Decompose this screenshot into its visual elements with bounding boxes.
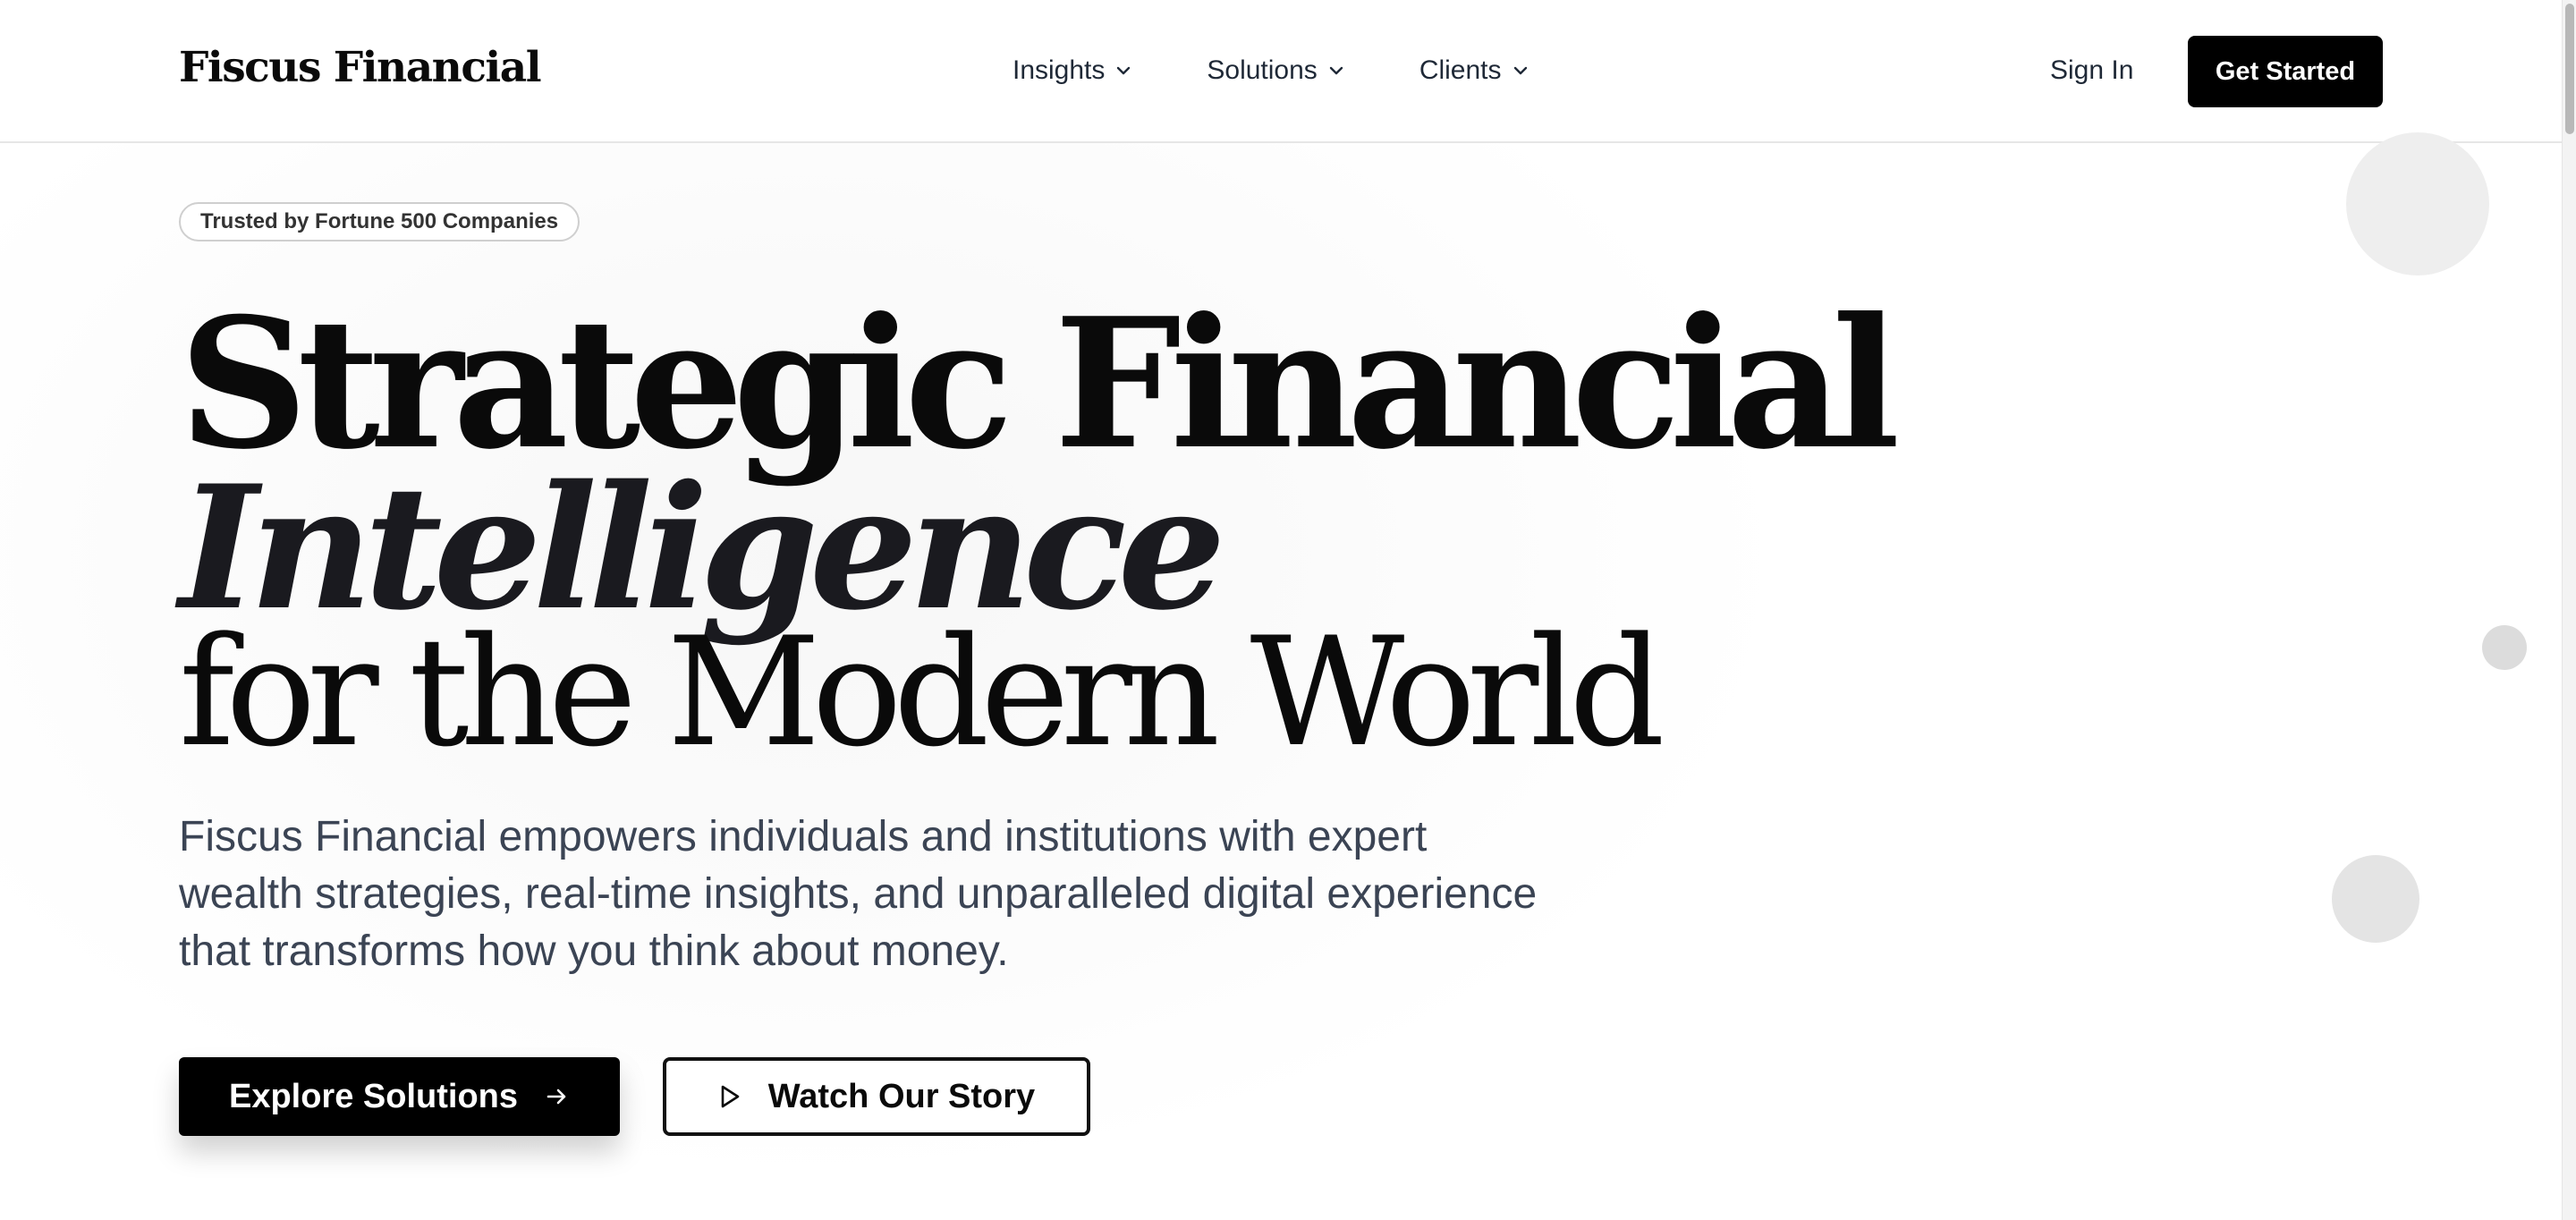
chevron-down-icon xyxy=(1115,65,1131,76)
hero-title-line-1: Strategic Financial xyxy=(179,279,1900,489)
landing-page: Fiscus Financial Insights Solutions Clie… xyxy=(0,0,2576,1220)
decorative-circle xyxy=(2332,855,2419,943)
main-nav: Insights Solutions Clients xyxy=(1013,55,1604,86)
site-header: Fiscus Financial Insights Solutions Clie… xyxy=(0,0,2562,143)
explore-solutions-button[interactable]: Explore Solutions xyxy=(179,1057,620,1136)
nav-item-label: Insights xyxy=(1013,55,1106,85)
page-scrollbar[interactable] xyxy=(2562,0,2576,1220)
nav-item-label: Clients xyxy=(1419,55,1502,85)
hero-title-line-3: for the Modern World xyxy=(179,605,1665,780)
sign-in-link[interactable]: Sign In xyxy=(2050,55,2133,86)
nav-item-clients[interactable]: Clients xyxy=(1419,55,1529,86)
watch-story-label: Watch Our Story xyxy=(767,1077,1036,1115)
trust-badge: Trusted by Fortune 500 Companies xyxy=(179,202,580,241)
play-icon xyxy=(718,1083,741,1110)
watch-story-button[interactable]: Watch Our Story xyxy=(663,1057,1090,1136)
scrollbar-thumb[interactable] xyxy=(2565,4,2574,134)
get-started-button[interactable]: Get Started xyxy=(2188,36,2383,107)
decorative-circle xyxy=(2346,132,2489,275)
nav-item-label: Solutions xyxy=(1207,55,1318,85)
hero-subtitle: Fiscus Financial empowers individuals an… xyxy=(179,813,1538,975)
explore-solutions-label: Explore Solutions xyxy=(228,1077,519,1115)
chevron-down-icon xyxy=(1513,65,1529,76)
nav-item-solutions[interactable]: Solutions xyxy=(1207,55,1343,86)
arrow-right-icon xyxy=(545,1086,570,1107)
decorative-circle xyxy=(2482,625,2527,670)
nav-item-insights[interactable]: Insights xyxy=(1013,55,1131,86)
brand-logo[interactable]: Fiscus Financial xyxy=(179,43,542,92)
chevron-down-icon xyxy=(1328,65,1344,76)
